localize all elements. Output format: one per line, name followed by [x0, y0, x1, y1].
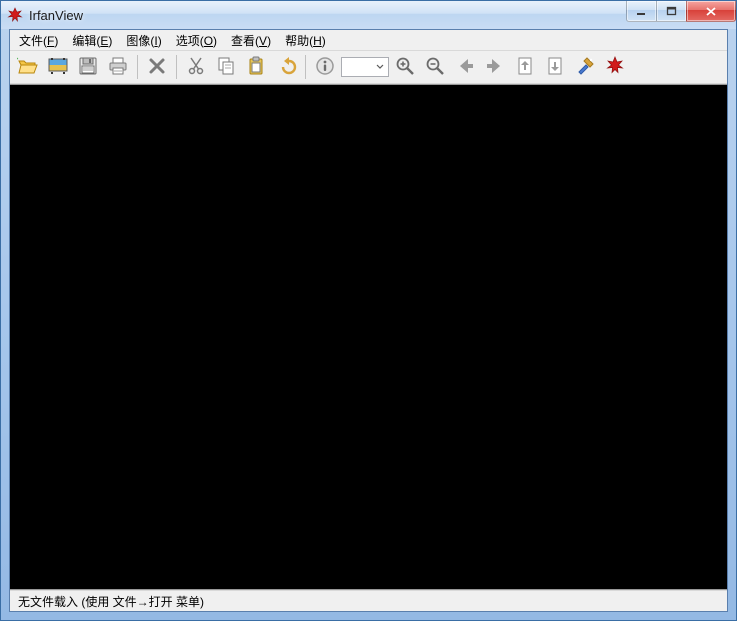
cut-button[interactable] [182, 53, 210, 81]
minimize-button[interactable] [626, 1, 657, 22]
menu-file[interactable]: 文件(F) [12, 30, 65, 51]
chevron-down-icon [374, 59, 386, 75]
zoom-in-icon [394, 55, 416, 80]
splat-icon [604, 55, 626, 80]
arrow-left-icon [454, 55, 476, 80]
slideshow-icon [47, 55, 69, 80]
clipboard-icon [245, 55, 267, 80]
page-prev-icon [514, 55, 536, 80]
arrow-right-icon [484, 55, 506, 80]
menu-view[interactable]: 查看(V) [224, 30, 278, 51]
separator [137, 55, 138, 79]
printer-icon [107, 55, 129, 80]
save-button[interactable] [74, 53, 102, 81]
statusbar: 无文件载入 (使用 文件→打开 菜单) [10, 590, 727, 611]
slideshow-button[interactable] [44, 53, 72, 81]
undo-button[interactable] [272, 53, 300, 81]
separator [176, 55, 177, 79]
titlebar[interactable]: IrfanView [1, 1, 736, 29]
open-button[interactable] [14, 53, 42, 81]
undo-icon [275, 55, 297, 80]
info-icon [314, 55, 336, 80]
status-text: 无文件载入 (使用 文件→打开 菜单) [14, 593, 208, 610]
zoom-out-icon [424, 55, 446, 80]
menu-help[interactable]: 帮助(H) [278, 30, 333, 51]
copy-icon [215, 55, 237, 80]
separator [305, 55, 306, 79]
window-controls [627, 1, 736, 21]
copy-button[interactable] [212, 53, 240, 81]
delete-x-icon [146, 55, 168, 80]
window-title: IrfanView [29, 8, 83, 23]
close-button[interactable] [686, 1, 736, 22]
folder-open-icon [17, 55, 39, 80]
next-image-button[interactable] [481, 53, 509, 81]
print-button[interactable] [104, 53, 132, 81]
floppy-icon [77, 55, 99, 80]
settings-button[interactable] [571, 53, 599, 81]
menu-edit[interactable]: 编辑(E) [65, 30, 119, 51]
next-page-button[interactable] [541, 53, 569, 81]
prev-page-button[interactable] [511, 53, 539, 81]
zoom-in-button[interactable] [391, 53, 419, 81]
page-next-icon [544, 55, 566, 80]
menu-image[interactable]: 图像(I) [119, 30, 168, 51]
app-icon [7, 7, 23, 23]
paste-button[interactable] [242, 53, 270, 81]
maximize-button[interactable] [656, 1, 687, 22]
menubar: 文件(F) 编辑(E) 图像(I) 选项(O) 查看(V) 帮助(H) [10, 30, 727, 51]
about-button[interactable] [601, 53, 629, 81]
toolbar [10, 51, 727, 84]
scissors-icon [185, 55, 207, 80]
tools-icon [574, 55, 596, 80]
delete-button[interactable] [143, 53, 171, 81]
zoom-out-button[interactable] [421, 53, 449, 81]
app-window: IrfanView 文件(F) 编辑(E) 图像(I) 选项(O) 查看(V) … [0, 0, 737, 621]
prev-image-button[interactable] [451, 53, 479, 81]
menu-options[interactable]: 选项(O) [169, 30, 224, 51]
page-select[interactable] [341, 57, 389, 77]
client-area: 文件(F) 编辑(E) 图像(I) 选项(O) 查看(V) 帮助(H) [9, 29, 728, 612]
image-viewport[interactable] [10, 84, 727, 590]
info-button[interactable] [311, 53, 339, 81]
